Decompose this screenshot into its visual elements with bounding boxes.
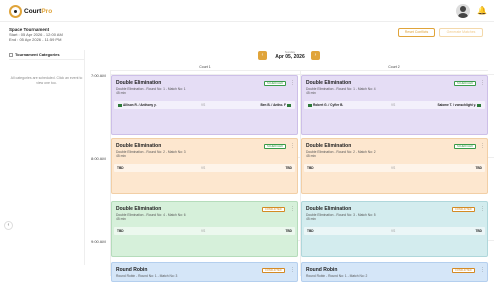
generate-matches-button[interactable]: Generate Matches — [439, 28, 483, 37]
more-menu-icon[interactable]: ⋮ — [290, 80, 295, 86]
categories-title: Tournament Categories — [9, 50, 84, 60]
court-header-1: Court 1 — [110, 65, 300, 71]
match-subtitle: Round Robin - Round No: 1 - Match No: 2 — [306, 274, 368, 278]
match-card[interactable]: Double Elimination SCHEDULED ⋮ Double El… — [301, 138, 488, 194]
more-menu-icon[interactable]: ⋮ — [480, 206, 485, 212]
user-avatar[interactable] — [456, 4, 470, 18]
prev-date-button[interactable]: ‹ — [258, 51, 267, 60]
match-title: Round Robin — [116, 267, 148, 273]
more-menu-icon[interactable]: ⋮ — [480, 80, 485, 86]
match-title: Double Elimination — [116, 206, 162, 212]
match-card[interactable]: Double Elimination CONFLICTED ⋮ Double E… — [301, 201, 488, 257]
match-card[interactable]: Double Elimination SCHEDULED ⋮ Double El… — [301, 75, 488, 135]
match-subtitle: Double Elimination - Round No: 2 - Match… — [306, 150, 376, 154]
tournament-end: End : 05 Apr 2026 - 11:59 PM — [9, 37, 62, 42]
match-duration: 45 min — [306, 154, 316, 158]
match-players-row: TBD VS TBD — [304, 164, 485, 172]
match-duration: 45 min — [306, 217, 316, 221]
more-menu-icon[interactable]: ⋮ — [480, 267, 485, 273]
match-title: Double Elimination — [306, 80, 352, 86]
match-card[interactable]: Double Elimination CONFLICTED ⋮ Double E… — [111, 201, 298, 257]
logo-icon — [9, 5, 22, 18]
match-subtitle: Double Elimination - Round No: 3 - Match… — [306, 213, 376, 217]
more-menu-icon[interactable]: ⋮ — [290, 206, 295, 212]
match-title: Double Elimination — [306, 143, 352, 149]
flag-icon — [118, 103, 122, 107]
match-card[interactable]: Round Robin CONFLICTED ⋮ Round Robin - R… — [111, 262, 298, 282]
top-bar: CourtPro 🔔 — [0, 0, 494, 22]
flag-icon — [308, 103, 312, 107]
status-badge: CONFLICTED — [452, 207, 475, 212]
time-label: 9:00 AM — [91, 239, 106, 244]
brand-logo[interactable]: CourtPro — [9, 5, 52, 18]
match-duration: 45 min — [116, 91, 126, 95]
status-badge: CONFLICTED — [262, 207, 285, 212]
reset-conflicts-button[interactable]: Reset Conflicts — [398, 28, 435, 37]
more-menu-icon[interactable]: ⋮ — [290, 143, 295, 149]
match-subtitle: Double Elimination - Round No: 4 - Match… — [116, 213, 186, 217]
match-duration: 45 min — [116, 217, 126, 221]
status-badge: SCHEDULED — [454, 144, 476, 149]
flag-icon — [477, 103, 481, 107]
match-subtitle: Double Elimination - Round No: 1 - Match… — [306, 87, 376, 91]
time-label: 8:00 AM — [91, 156, 106, 161]
next-date-button[interactable]: › — [311, 51, 320, 60]
status-badge: SCHEDULED — [454, 81, 476, 86]
court-header-2: Court 2 — [300, 65, 488, 71]
status-badge: CONFLICTED — [262, 268, 285, 273]
match-subtitle: Double Elimination - Round No: 2 - Match… — [116, 150, 186, 154]
match-title: Double Elimination — [116, 143, 162, 149]
date-display: Sunday Apr 05, 2026 — [268, 50, 312, 60]
categories-panel: Tournament Categories All categories are… — [9, 50, 85, 265]
bell-icon[interactable]: 🔔 — [477, 6, 487, 15]
collapse-chevron-icon[interactable]: ‹ — [4, 221, 13, 230]
current-date: Apr 05, 2026 — [275, 54, 305, 60]
match-title: Round Robin — [306, 267, 338, 273]
match-duration: 45 min — [116, 154, 126, 158]
match-players-row: TBD VS TBD — [114, 164, 295, 172]
match-players-row: Allison R. / Anthony y. VS Ben B. / Anth… — [114, 101, 295, 109]
status-badge: CONFLICTED — [452, 268, 475, 273]
match-subtitle: Round Robin - Round No: 1 - Match No: 3 — [116, 274, 178, 278]
match-subtitle: Double Elimination - Round No: 1 - Match… — [116, 87, 186, 91]
match-players-row: TBD VS TBD — [114, 227, 295, 235]
categories-empty-message: All categories are scheduled. Click an e… — [10, 76, 83, 85]
status-badge: SCHEDULED — [264, 144, 286, 149]
more-menu-icon[interactable]: ⋮ — [480, 143, 485, 149]
match-players-row: TBD VS TBD — [304, 227, 485, 235]
time-label: 7:00 AM — [91, 73, 106, 78]
match-title: Double Elimination — [116, 80, 162, 86]
date-navigator: ‹ Sunday Apr 05, 2026 › — [255, 50, 325, 62]
match-players-row: Robert G. / Cyfler B. VS Salome T. / von… — [304, 101, 485, 109]
match-card[interactable]: Double Elimination SCHEDULED ⋮ Double El… — [111, 75, 298, 135]
match-duration: 45 min — [306, 91, 316, 95]
status-badge: SCHEDULED — [264, 81, 286, 86]
flag-icon — [287, 103, 291, 107]
brand-name: CourtPro — [24, 8, 53, 15]
tournament-info: Space Tournament Start : 05 Apr 2026 - 1… — [9, 27, 63, 42]
more-menu-icon[interactable]: ⋮ — [290, 267, 295, 273]
match-title: Double Elimination — [306, 206, 352, 212]
match-card[interactable]: Round Robin CONFLICTED ⋮ Round Robin - R… — [301, 262, 488, 282]
list-icon — [9, 52, 13, 57]
match-card[interactable]: Double Elimination SCHEDULED ⋮ Double El… — [111, 138, 298, 194]
